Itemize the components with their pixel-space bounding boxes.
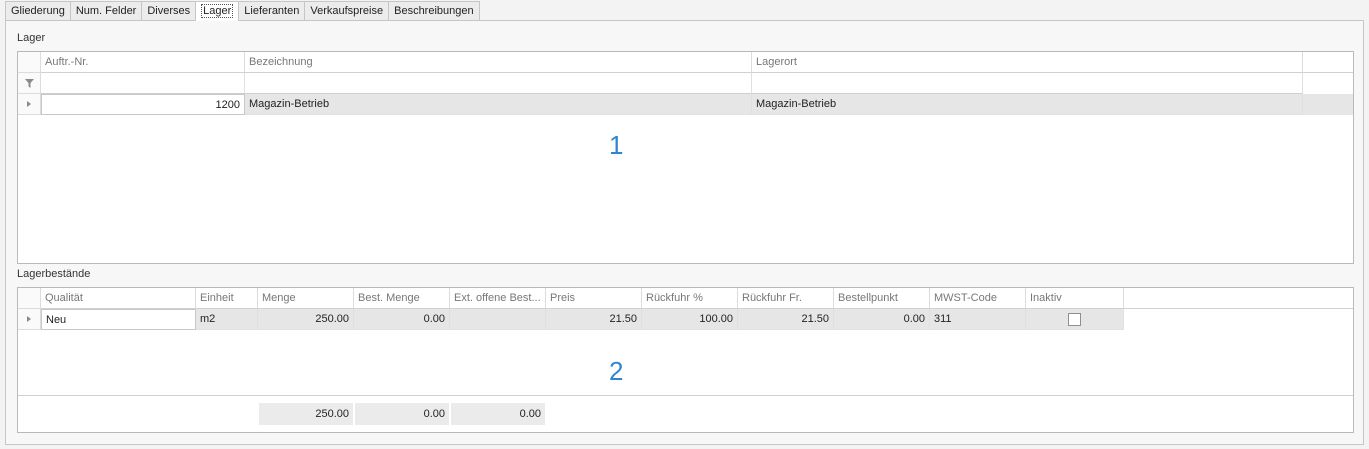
tab-diverses[interactable]: Diverses <box>141 1 197 20</box>
inaktiv-checkbox[interactable] <box>1068 313 1081 326</box>
lager-col-auftr-nr[interactable]: Auftr.-Nr. <box>41 52 245 73</box>
bestaende-cell-mwst-code[interactable]: 311 <box>930 309 1026 330</box>
bestaende-col-preis[interactable]: Preis <box>546 288 642 309</box>
lager-filter-indicator[interactable] <box>18 73 41 94</box>
bestaende-header-indicator <box>18 288 41 309</box>
bestaende-col-rueckfuhr-fr[interactable]: Rückfuhr Fr. <box>738 288 834 309</box>
bestaende-col-menge[interactable]: Menge <box>258 288 354 309</box>
bestaende-grid: Qualität Einheit Menge Best. Menge Ext. … <box>17 287 1354 433</box>
lager-col-bezeichnung[interactable]: Bezeichnung <box>245 52 752 73</box>
total-best-menge: 0.00 <box>355 403 449 425</box>
bestaende-row-indicator[interactable] <box>18 309 41 330</box>
bestaende-col-bestellpunkt[interactable]: Bestellpunkt <box>834 288 930 309</box>
total-menge: 250.00 <box>259 403 353 425</box>
tab-bar: Gliederung Num. Felder Diverses Lager Li… <box>5 1 480 21</box>
lager-filter-bezeichnung[interactable] <box>245 73 752 94</box>
filter-icon <box>24 78 34 88</box>
bestaende-col-ext-offene[interactable]: Ext. offene Best... <box>450 288 546 309</box>
bestaende-cell-einheit[interactable]: m2 <box>196 309 258 330</box>
bestaende-group-title: Lagerbestände <box>17 268 91 280</box>
bestaende-cell-menge[interactable]: 250.00 <box>258 309 354 330</box>
tab-lieferanten[interactable]: Lieferanten <box>238 1 306 20</box>
annotation-number-2: 2 <box>609 356 624 386</box>
bestaende-cell-bestellpunkt[interactable]: 0.00 <box>834 309 930 330</box>
bestaende-cell-rueckfuhr-pct[interactable]: 100.00 <box>642 309 738 330</box>
lager-filter-auftr-nr[interactable] <box>41 73 245 94</box>
tab-num-felder[interactable]: Num. Felder <box>69 1 143 20</box>
bestaende-cell-qualitaet[interactable]: Neu <box>41 309 196 330</box>
tab-verkaufspreise[interactable]: Verkaufspreise <box>304 1 390 20</box>
tab-lager[interactable]: Lager <box>195 1 240 21</box>
lager-cell-bezeichnung[interactable]: Magazin-Betrieb <box>245 94 752 115</box>
bestaende-col-mwst-code[interactable]: MWST-Code <box>930 288 1026 309</box>
lager-col-empty <box>1303 52 1353 73</box>
lager-col-lagerort[interactable]: Lagerort <box>752 52 1303 73</box>
annotation-number-1: 1 <box>609 130 624 160</box>
tab-lager-label: Lager <box>201 4 234 18</box>
lager-cell-empty <box>1303 94 1353 115</box>
lager-grid: Auftr.-Nr. Bezeichnung Lagerort 1200 Mag… <box>17 51 1354 264</box>
lager-row-indicator[interactable] <box>18 94 41 115</box>
lager-cell-auftr-nr[interactable]: 1200 <box>41 94 245 115</box>
bestaende-col-qualitaet[interactable]: Qualität <box>41 288 196 309</box>
lager-filter-lagerort[interactable] <box>752 73 1303 94</box>
bestaende-cell-inaktiv <box>1026 309 1124 330</box>
lager-header-indicator <box>18 52 41 73</box>
bestaende-col-best-menge[interactable]: Best. Menge <box>354 288 450 309</box>
bestaende-col-rueckfuhr-pct[interactable]: Rückfuhr % <box>642 288 738 309</box>
bestaende-cell-preis[interactable]: 21.50 <box>546 309 642 330</box>
footer-divider <box>18 395 1353 396</box>
lager-group-title: Lager <box>17 32 46 44</box>
bestaende-cell-best-menge[interactable]: 0.00 <box>354 309 450 330</box>
total-ext-offene: 0.00 <box>451 403 545 425</box>
bestaende-col-einheit[interactable]: Einheit <box>196 288 258 309</box>
bestaende-cell-ext-offene[interactable] <box>450 309 546 330</box>
bestaende-col-empty <box>1124 288 1353 309</box>
bestaende-cell-rueckfuhr-fr[interactable]: 21.50 <box>738 309 834 330</box>
tab-gliederung[interactable]: Gliederung <box>5 1 71 20</box>
tab-beschreibungen[interactable]: Beschreibungen <box>388 1 480 20</box>
row-pointer-icon <box>27 101 31 107</box>
lager-cell-lagerort[interactable]: Magazin-Betrieb <box>752 94 1303 115</box>
row-pointer-icon <box>27 316 31 322</box>
bestaende-col-inaktiv[interactable]: Inaktiv <box>1026 288 1124 309</box>
